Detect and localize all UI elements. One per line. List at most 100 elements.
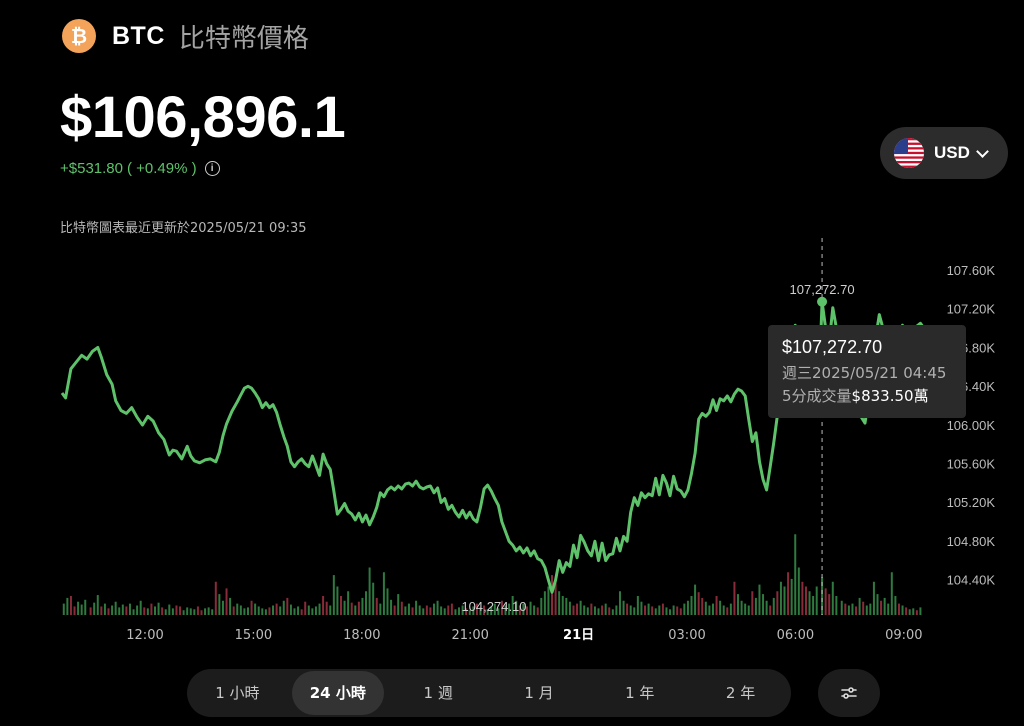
volume-bar xyxy=(558,591,561,615)
volume-bar xyxy=(626,603,629,615)
y-tick-label: 107.20K xyxy=(947,302,996,317)
volume-bar xyxy=(769,605,772,615)
volume-bar xyxy=(96,595,99,615)
volume-bar xyxy=(561,596,564,615)
sliders-icon xyxy=(841,687,857,699)
volume-bar xyxy=(543,591,546,615)
volume-bar xyxy=(393,605,396,615)
volume-bar xyxy=(139,600,142,615)
volume-bar xyxy=(357,601,360,615)
info-icon[interactable]: i xyxy=(204,161,220,176)
volume-bar xyxy=(365,591,368,615)
volume-bar xyxy=(375,597,378,615)
x-tick-label: 09:00 xyxy=(885,628,922,643)
volume-bar xyxy=(136,605,139,615)
volume-bar xyxy=(640,601,643,615)
volume-bar xyxy=(869,603,872,615)
volume-bar xyxy=(529,601,532,615)
volume-bar xyxy=(436,600,439,615)
volume-bar xyxy=(880,600,883,615)
volume-bar xyxy=(318,603,321,615)
high-label: 107,272.70 xyxy=(790,282,855,297)
volume-bar xyxy=(876,594,879,615)
volume-bar xyxy=(440,606,443,615)
volume-bar xyxy=(272,605,275,615)
volume-bar xyxy=(797,567,800,615)
volume-bar xyxy=(121,604,124,615)
volume-bar xyxy=(182,610,185,615)
volume-bar xyxy=(250,600,253,615)
volume-bar xyxy=(708,605,711,615)
volume-bar xyxy=(196,606,199,615)
volume-bar xyxy=(221,600,224,615)
volume-bar xyxy=(214,581,217,615)
volume-bar xyxy=(658,605,661,615)
volume-bar xyxy=(533,605,536,615)
range-1w[interactable]: 1 週 xyxy=(388,671,489,715)
volume-bar xyxy=(611,609,614,615)
us-flag-icon xyxy=(894,138,924,168)
volume-bar xyxy=(257,606,260,615)
tooltip-price: $107,272.70 xyxy=(782,337,883,357)
volume-bar xyxy=(329,605,332,615)
volume-bar xyxy=(740,600,743,615)
volume-bar xyxy=(429,607,432,615)
volume-bar xyxy=(236,603,239,615)
coin-symbol: BTC xyxy=(112,21,165,50)
volume-bar xyxy=(633,607,636,615)
volume-bar xyxy=(737,594,740,615)
volume-bar xyxy=(733,581,736,615)
volume-bar xyxy=(754,597,757,615)
currency-selector-button[interactable]: USD xyxy=(880,127,1008,179)
volume-bar xyxy=(787,572,790,615)
volume-bar xyxy=(622,600,625,615)
range-1h[interactable]: 1 小時 xyxy=(187,671,288,715)
volume-bar xyxy=(422,608,425,615)
range-1y[interactable]: 1 年 xyxy=(589,671,690,715)
volume-bar xyxy=(629,605,632,615)
volume-bar xyxy=(339,596,342,615)
volume-bar xyxy=(808,591,811,615)
volume-bar xyxy=(744,603,747,615)
volume-bar xyxy=(669,609,672,615)
range-2y[interactable]: 2 年 xyxy=(690,671,791,715)
hover-point xyxy=(817,296,828,307)
volume-bar xyxy=(683,603,686,615)
volume-bar xyxy=(114,601,117,615)
chart-settings-button[interactable] xyxy=(818,669,880,717)
volume-bar xyxy=(336,586,339,615)
volume-bar xyxy=(726,607,729,615)
range-1m[interactable]: 1 月 xyxy=(489,671,590,715)
volume-bar xyxy=(175,605,178,615)
volume-bar xyxy=(747,605,750,615)
volume-bar xyxy=(143,607,146,615)
volume-bar xyxy=(751,591,754,615)
volume-bar xyxy=(855,606,858,615)
volume-bar xyxy=(447,605,450,615)
volume-bar xyxy=(207,607,210,615)
volume-bar xyxy=(597,608,600,615)
volume-bar xyxy=(815,586,818,615)
volume-bar xyxy=(851,603,854,615)
volume-bar xyxy=(297,606,300,615)
volume-bar xyxy=(583,605,586,615)
volume-bar xyxy=(915,610,918,615)
y-tick-label: 104.80K xyxy=(947,534,996,549)
x-tick-label: 06:00 xyxy=(777,628,814,643)
volume-bar xyxy=(343,600,346,615)
volume-bar xyxy=(418,605,421,615)
volume-bar xyxy=(254,603,257,615)
volume-bar xyxy=(80,604,83,615)
range-24h[interactable]: 24 小時 xyxy=(291,671,384,715)
volume-bar xyxy=(411,607,414,615)
volume-bar xyxy=(354,605,357,615)
volume-bar xyxy=(200,610,203,615)
volume-bar xyxy=(536,607,539,615)
volume-bar xyxy=(779,581,782,615)
volume-bar xyxy=(157,602,160,615)
volume-bar xyxy=(908,609,911,615)
volume-bar xyxy=(651,606,654,615)
price-chart[interactable]: 107,272.70104,274.10107.60K107.20K106.80… xyxy=(0,230,1024,655)
chevron-down-icon xyxy=(976,144,989,158)
volume-bar xyxy=(443,608,446,615)
